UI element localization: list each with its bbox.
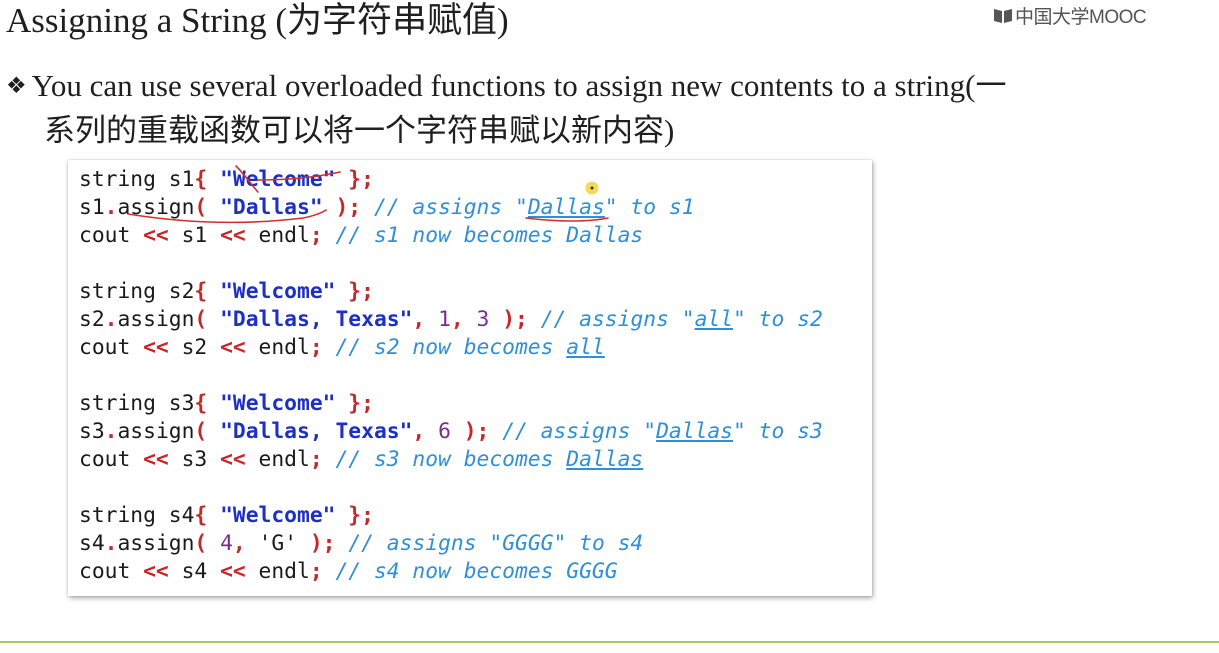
code-line: string s1{ "Welcome" };	[79, 167, 374, 192]
code-line: cout << s3 << endl; // s3 now becomes Da…	[79, 447, 644, 472]
bullet-marker: ❖	[6, 73, 27, 98]
code-line: s3.assign( "Dallas, Texas", 6 ); // assi…	[79, 419, 823, 444]
book-icon	[994, 8, 1012, 23]
code-line: s1.assign( "Dallas" ); // assigns "Dalla…	[79, 195, 695, 220]
mooc-logo: 中国大学MOOC	[993, 4, 1147, 28]
slide-title: Assigning a String (为字符串赋值)	[6, 1, 509, 40]
code-line: cout << s2 << endl; // s2 now becomes al…	[79, 335, 605, 360]
pointer-marker-dot	[590, 186, 594, 190]
code-block: string s1{ "Welcome" }; s1.assign( "Dall…	[68, 160, 872, 596]
code-line: cout << s4 << endl; // s4 now becomes GG…	[79, 559, 618, 584]
pointer-marker	[585, 181, 599, 195]
code-line: string s2{ "Welcome" };	[79, 279, 374, 304]
bullet-text: ❖ You can use several overloaded function…	[6, 60, 1007, 105]
code-line: s4.assign( 4, 'G' ); // assigns "GGGG" t…	[79, 531, 644, 556]
code-line: s2.assign( "Dallas, Texas", 1, 3 ); // a…	[79, 307, 823, 332]
code-line: cout << s1 << endl; // s1 now becomes Da…	[79, 223, 644, 248]
code-line: string s3{ "Welcome" };	[79, 391, 374, 416]
logo-text: 中国大学MOOC	[1015, 6, 1147, 28]
bullet-line-2: 系列的重载函数可以将一个字符串赋以新内容)	[44, 113, 675, 148]
code-line: string s4{ "Welcome" };	[79, 503, 374, 528]
footer-rule	[0, 641, 1219, 643]
bullet-line-1: You can use several overloaded functions…	[31, 68, 1007, 103]
